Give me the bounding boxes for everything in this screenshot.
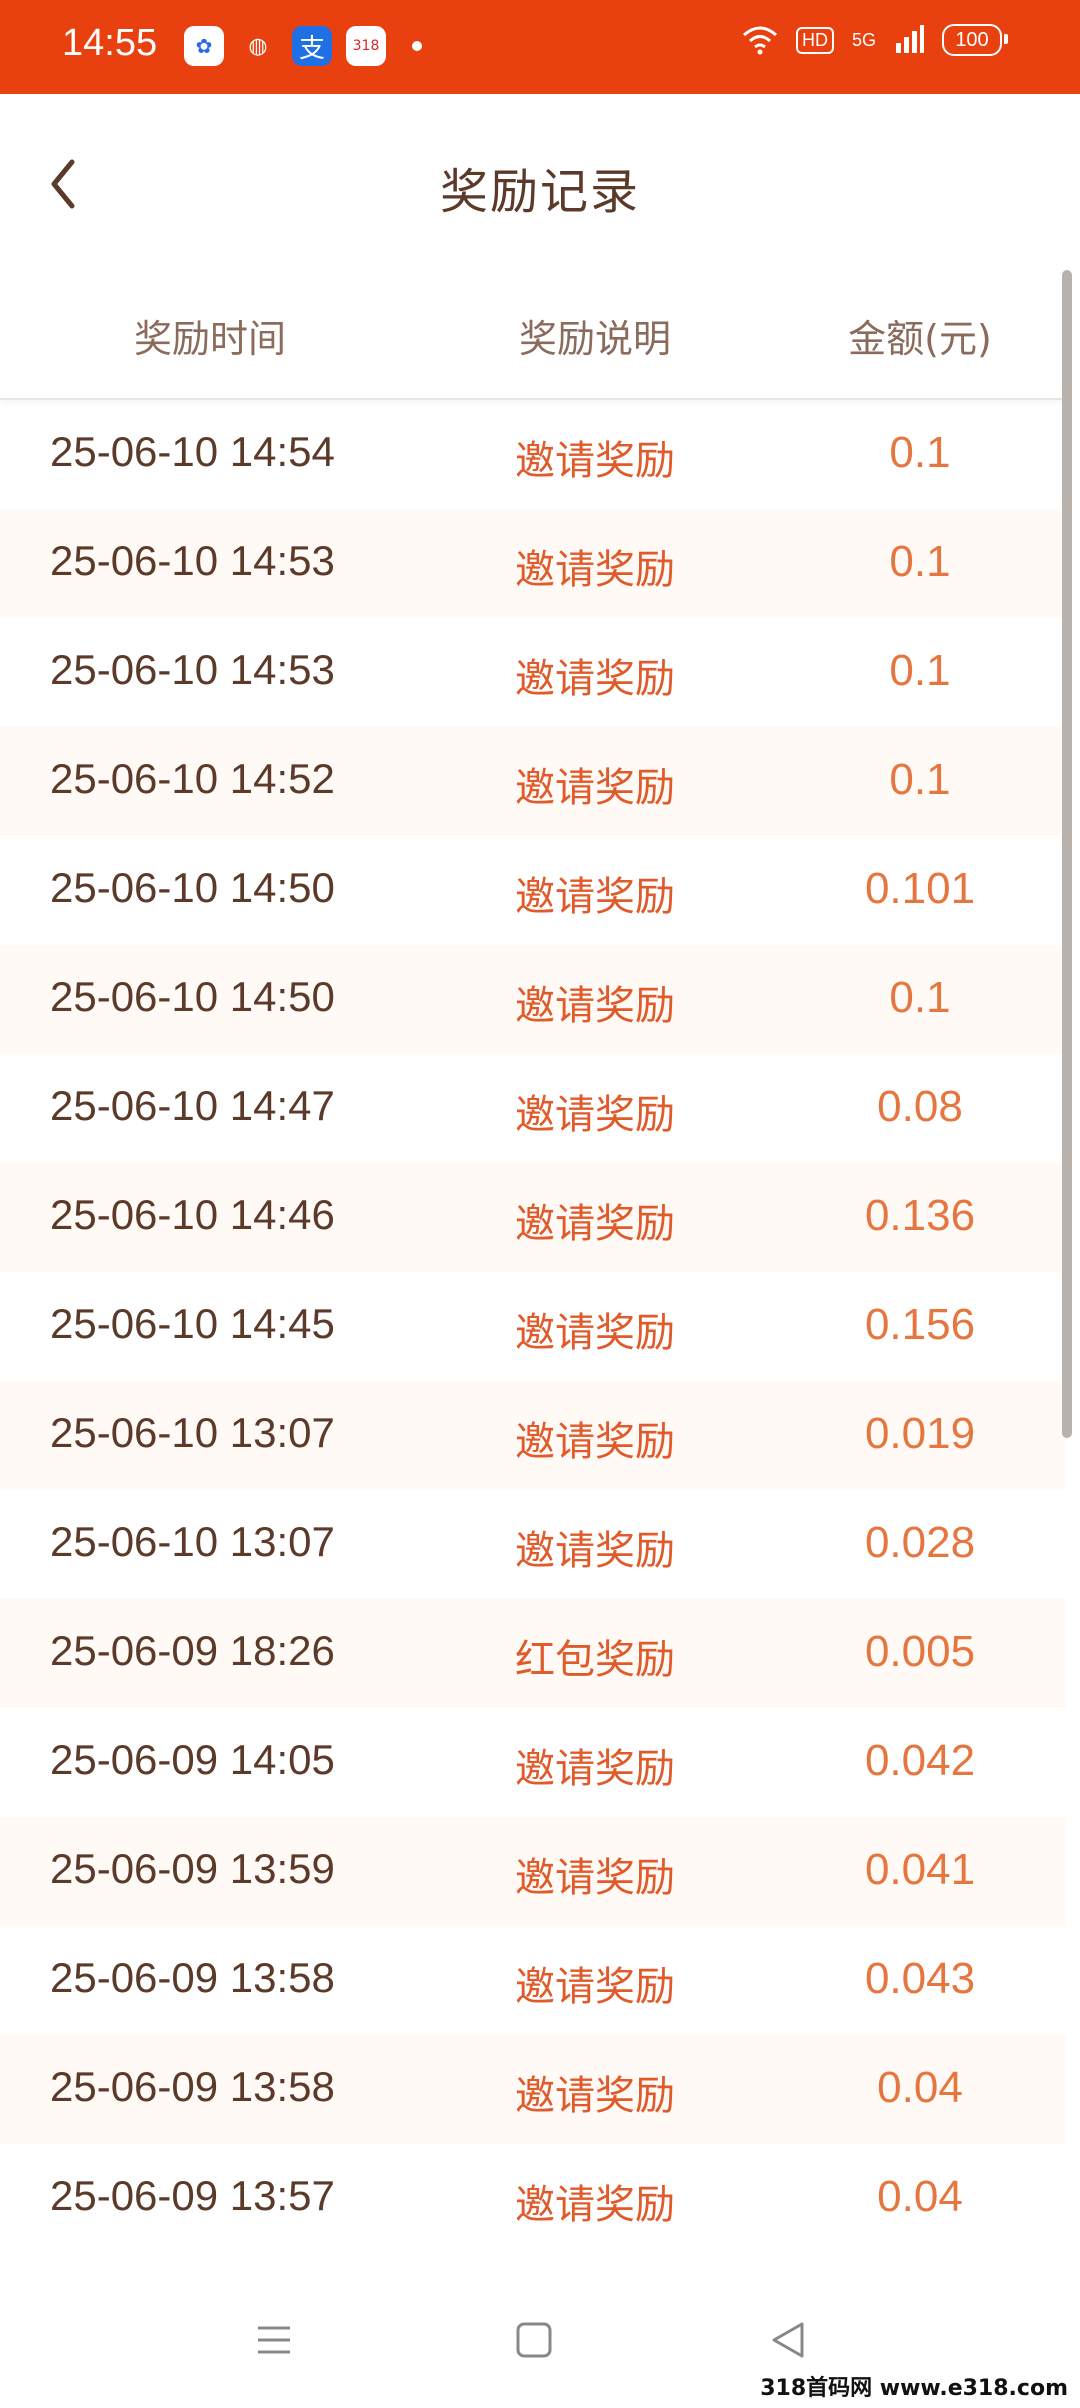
reward-description: 邀请奖励 [515, 1528, 675, 1574]
back-triangle-icon [772, 2322, 804, 2358]
status-bar: 14:55 ✿ ◍ 支 318 HD 5G 100 [0, 0, 1080, 94]
reward-amount: 0.028 [864, 1518, 976, 1567]
reward-description: 邀请奖励 [515, 656, 675, 702]
signal-icon [896, 25, 924, 53]
wechat-app-icon: ◍ [248, 33, 268, 59]
reward-time: 25-06-10 14:46 [50, 1191, 335, 1238]
reward-amount: 0.1 [889, 973, 951, 1022]
home-square-icon [516, 2322, 552, 2358]
table-row: 25-06-10 14:54 邀请奖励 0.1 [0, 400, 1066, 509]
baidu-app-icon: ✿ [184, 26, 224, 66]
reward-amount: 0.04 [877, 2063, 963, 2112]
reward-amount: 0.1 [889, 646, 951, 695]
reward-time: 25-06-09 13:59 [50, 1845, 335, 1892]
hd-badge: HD [795, 26, 834, 54]
reward-description: 邀请奖励 [515, 2073, 675, 2119]
reward-amount: 0.08 [877, 1082, 963, 1131]
reward-amount: 0.156 [864, 1300, 976, 1349]
table-row: 25-06-09 13:58 邀请奖励 0.04 [0, 2035, 1066, 2144]
reward-time: 25-06-10 13:07 [50, 1518, 335, 1565]
reward-time: 25-06-10 14:52 [50, 755, 335, 802]
reward-description: 邀请奖励 [515, 1419, 675, 1465]
reward-description: 邀请奖励 [515, 983, 675, 1029]
column-header-time: 奖励时间 [133, 317, 286, 361]
table-row: 25-06-10 14:53 邀请奖励 0.1 [0, 618, 1066, 727]
reward-amount: 0.042 [864, 1736, 976, 1785]
reward-description: 红包奖励 [515, 1637, 675, 1683]
reward-amount: 0.043 [864, 1954, 976, 2003]
table-row: 25-06-09 13:59 邀请奖励 0.041 [0, 1817, 1066, 1926]
column-header-amount: 金额(元) [848, 317, 992, 361]
scrollbar[interactable] [1062, 270, 1072, 1438]
page-header: 奖励记录 [0, 94, 1080, 270]
reward-time: 25-06-09 13:58 [50, 2063, 335, 2110]
reward-time: 25-06-10 14:47 [50, 1082, 335, 1129]
table-row: 25-06-10 13:07 邀请奖励 0.028 [0, 1490, 1066, 1599]
reward-time: 25-06-10 13:07 [50, 1409, 335, 1456]
notification-dot-icon [412, 41, 422, 51]
reward-description: 邀请奖励 [515, 1092, 675, 1138]
reward-amount: 0.1 [889, 755, 951, 804]
home-button[interactable] [504, 2310, 564, 2370]
reward-description: 邀请奖励 [515, 1310, 675, 1356]
reward-amount: 0.041 [864, 1845, 976, 1894]
reward-description: 邀请奖励 [515, 438, 675, 484]
reward-time: 25-06-10 14:50 [50, 973, 335, 1020]
table-row: 25-06-10 14:50 邀请奖励 0.101 [0, 836, 1066, 945]
reward-amount: 0.1 [889, 537, 951, 586]
reward-description: 邀请奖励 [515, 1855, 675, 1901]
column-header-description: 奖励说明 [518, 317, 671, 361]
table-row: 25-06-10 13:07 邀请奖励 0.019 [0, 1381, 1066, 1490]
table-row: 25-06-10 14:46 邀请奖励 0.136 [0, 1163, 1066, 1272]
reward-description: 邀请奖励 [515, 1746, 675, 1792]
reward-time: 25-06-10 14:53 [50, 646, 335, 693]
status-app-icons: ✿ ◍ 支 318 [184, 26, 422, 66]
table-row: 25-06-10 14:45 邀请奖励 0.156 [0, 1272, 1066, 1381]
reward-time: 25-06-10 14:45 [50, 1300, 335, 1347]
table-row: 25-06-10 14:50 邀请奖励 0.1 [0, 945, 1066, 1054]
recent-apps-button[interactable] [244, 2310, 304, 2370]
reward-description: 邀请奖励 [515, 1964, 675, 2010]
battery-icon: 100 [942, 24, 1008, 56]
wifi-icon [742, 26, 777, 55]
reward-amount: 0.04 [877, 2172, 963, 2221]
watermark: 318首码网 www.e318.com [760, 2376, 1068, 2401]
alipay-app-icon: 支 [292, 26, 332, 66]
318-app-icon: 318 [346, 26, 386, 66]
table-row: 25-06-10 14:47 邀请奖励 0.08 [0, 1054, 1066, 1163]
table-header: 奖励时间 奖励说明 金额(元) [0, 270, 1066, 400]
reward-amount: 0.101 [864, 864, 976, 913]
table-row: 25-06-09 13:57 邀请奖励 0.04 [0, 2144, 1066, 2253]
reward-time: 25-06-09 14:05 [50, 1736, 335, 1783]
page-title: 奖励记录 [439, 164, 640, 220]
reward-amount: 0.136 [864, 1191, 976, 1240]
network-type: 5G [851, 29, 876, 50]
table-row: 25-06-10 14:53 邀请奖励 0.1 [0, 509, 1066, 618]
table-row: 25-06-09 14:05 邀请奖励 0.042 [0, 1708, 1066, 1817]
reward-description: 邀请奖励 [515, 2182, 675, 2228]
reward-description: 邀请奖励 [515, 1201, 675, 1247]
reward-description: 邀请奖励 [515, 874, 675, 920]
reward-description: 邀请奖励 [515, 765, 675, 811]
reward-time: 25-06-09 13:58 [50, 1954, 335, 2001]
reward-time: 25-06-10 14:50 [50, 864, 335, 911]
status-time: 14:55 [62, 22, 158, 64]
table-row: 25-06-09 13:58 邀请奖励 0.043 [0, 1926, 1066, 2035]
reward-time: 25-06-10 14:53 [50, 537, 335, 584]
reward-amount: 0.1 [889, 428, 951, 477]
reward-time: 25-06-10 14:54 [50, 428, 335, 475]
reward-time: 25-06-09 13:57 [50, 2172, 335, 2219]
status-indicators: HD 5G 100 [742, 24, 1008, 56]
reward-time: 25-06-09 18:26 [50, 1627, 335, 1674]
reward-amount: 0.005 [864, 1627, 976, 1676]
reward-amount: 0.019 [864, 1409, 976, 1458]
table-row: 25-06-10 14:52 邀请奖励 0.1 [0, 727, 1066, 836]
reward-description: 邀请奖励 [515, 547, 675, 593]
system-back-button[interactable] [760, 2310, 820, 2370]
reward-list[interactable]: 25-06-10 14:54 邀请奖励 0.1 25-06-10 14:53 邀请奖励… [0, 400, 1066, 2253]
table-row: 25-06-09 18:26 红包奖励 0.005 [0, 1599, 1066, 1708]
menu-icon [258, 2326, 290, 2354]
